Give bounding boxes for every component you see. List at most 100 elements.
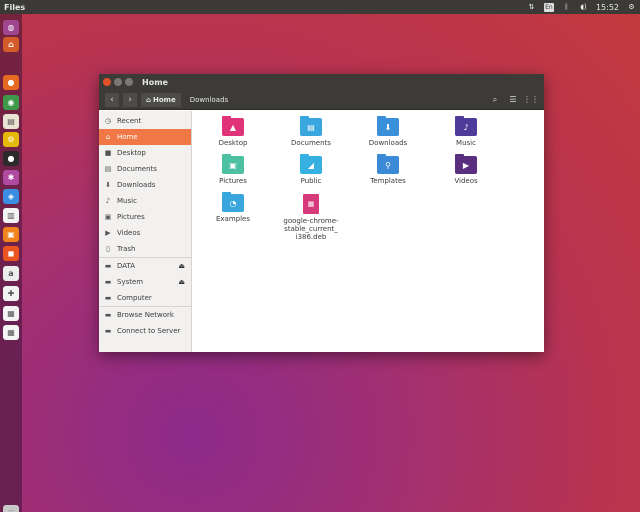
- downloads-icon: ⬇: [105, 181, 111, 189]
- folder-item[interactable]: ▶ Videos: [433, 154, 499, 185]
- document-2-icon[interactable]: ▦: [3, 325, 19, 340]
- breadcrumb-label: Home: [153, 95, 176, 104]
- minimize-button[interactable]: [114, 78, 122, 86]
- file-name: Pictures: [219, 177, 247, 185]
- eject-icon[interactable]: ⏏: [178, 262, 185, 270]
- clock-icon: ◷: [104, 117, 112, 125]
- sidebar-item-label: Browse Network: [117, 311, 174, 319]
- sidebar-item-label: Desktop: [117, 149, 146, 157]
- sidebar-item-label: Downloads: [117, 181, 156, 189]
- sidebar-item-data[interactable]: ▬ DATA ⏏: [99, 258, 191, 274]
- desktop-icon: ■: [104, 149, 112, 157]
- computer-icon: ▬: [104, 294, 112, 302]
- folder-item[interactable]: ◔ Examples: [200, 192, 266, 223]
- documents-icon: ▤: [104, 165, 112, 173]
- clock[interactable]: 15:52: [596, 3, 619, 12]
- server-icon: ▬: [104, 327, 112, 335]
- home-folder-icon[interactable]: ⌂: [3, 37, 19, 52]
- search-icon[interactable]: ⌕: [488, 93, 502, 107]
- music-folder-icon: ♪: [455, 116, 477, 136]
- power-icon[interactable]: ⚙: [627, 3, 636, 12]
- firefox-icon[interactable]: ●: [3, 75, 19, 90]
- forward-button[interactable]: ›: [123, 92, 137, 107]
- eject-icon[interactable]: ⏏: [178, 278, 185, 286]
- app-store-icon[interactable]: ◼: [3, 246, 19, 261]
- sidebar-item-label: Computer: [117, 294, 152, 302]
- sidebar-item-computer[interactable]: ▬ Computer: [99, 290, 191, 306]
- trash-icon[interactable]: ◌: [3, 505, 19, 512]
- close-button[interactable]: [103, 78, 111, 86]
- files-window: Home ‹ › ⌂ Home Downloads ⌕ ☰ ⋮⋮ ◷ Recent…: [99, 74, 544, 352]
- folder-item[interactable]: ▣ Pictures: [200, 154, 266, 185]
- system-settings-icon[interactable]: ✱: [3, 170, 19, 185]
- file-name: Public: [300, 177, 322, 185]
- sidebar-item-videos[interactable]: ▶ Videos: [99, 225, 191, 241]
- back-button[interactable]: ‹: [105, 92, 119, 107]
- videos-folder-icon: ▶: [455, 154, 477, 174]
- home-icon: ⌂: [105, 133, 111, 141]
- window-titlebar[interactable]: Home: [99, 74, 544, 90]
- templates-folder-icon: ⚲: [377, 154, 399, 174]
- files-icon[interactable]: ▤: [3, 114, 19, 129]
- folder-item[interactable]: ⬇ Downloads: [355, 116, 421, 147]
- trash-icon: ▯: [106, 245, 110, 253]
- sidebar-item-music[interactable]: ♪ Music: [99, 193, 191, 209]
- sidebar-item-label: Recent: [117, 117, 142, 125]
- sidebar: ◷ Recent ⌂ Home ■ Desktop ▤ Documents ⬇ Downloads…: [99, 111, 192, 352]
- sidebar-item-desktop[interactable]: ■ Desktop: [99, 145, 191, 161]
- examples-folder-icon: ◔: [222, 192, 244, 212]
- pictures-folder-icon: ▣: [222, 154, 244, 174]
- network-icon[interactable]: ⇅: [527, 3, 536, 12]
- sidebar-item-home[interactable]: ⌂ Home: [99, 129, 191, 145]
- sidebar-item-downloads[interactable]: ⬇ Downloads: [99, 177, 191, 193]
- folder-item[interactable]: ▤ Documents: [278, 116, 344, 147]
- sidebar-item-label: Documents: [117, 165, 157, 173]
- sidebar-item-pictures[interactable]: ▣ Pictures: [99, 209, 191, 225]
- folder-item[interactable]: ▲ Desktop: [200, 116, 266, 147]
- file-name: Documents: [291, 139, 331, 147]
- folder-item[interactable]: ♪ Music: [433, 116, 499, 147]
- file-name: google-chrome-stable_current_ i386.deb: [283, 217, 339, 241]
- sidebar-item-documents[interactable]: ▤ Documents: [99, 161, 191, 177]
- amazon-icon[interactable]: a: [3, 266, 19, 281]
- file-item[interactable]: ▦ google-chrome-stable_current_ i386.deb: [278, 194, 344, 241]
- sidebar-item-trash[interactable]: ▯ Trash: [99, 241, 191, 257]
- pictures-icon: ▣: [104, 213, 112, 221]
- launcher: ◍ ⌂ ● ◉ ▤ ⚙ ● ✱ ◈ ▥ ▣ ◼ a ✚ ▦ ▦ ◌: [0, 14, 22, 512]
- sidebar-item-system[interactable]: ▬ System ⏏: [99, 274, 191, 290]
- chrome-icon[interactable]: ◉: [3, 95, 19, 110]
- apps-icon[interactable]: ✚: [3, 286, 19, 301]
- sidebar-item-connect-to-server[interactable]: ▬ Connect to Server: [99, 323, 191, 339]
- folder-item[interactable]: ◢ Public: [278, 154, 344, 185]
- list-view-icon[interactable]: ☰: [506, 93, 520, 107]
- bluetooth-icon[interactable]: ᛒ: [562, 3, 571, 12]
- terminal-icon[interactable]: ●: [3, 151, 19, 166]
- grid-view-icon[interactable]: ⋮⋮: [523, 93, 539, 107]
- sidebar-item-label: Videos: [117, 229, 141, 237]
- sidebar-item-browse-network[interactable]: ▬ Browse Network: [99, 307, 191, 323]
- deb-package-icon: ▦: [303, 194, 319, 214]
- software-center-icon[interactable]: ▣: [3, 227, 19, 242]
- breadcrumb-downloads[interactable]: Downloads: [185, 93, 233, 107]
- system-tray: ⇅ En ᛒ ◖) 15:52 ⚙: [527, 2, 636, 12]
- settings-icon[interactable]: ⚙: [3, 132, 19, 147]
- drive-icon: ▬: [104, 262, 112, 270]
- breadcrumb-label: Downloads: [189, 95, 229, 104]
- videos-icon: ▶: [105, 229, 111, 237]
- dash-icon[interactable]: ◍: [3, 20, 19, 35]
- keyboard-layout-badge[interactable]: En: [543, 2, 554, 12]
- documents-folder-icon: ▤: [300, 116, 322, 136]
- sidebar-item-label: System: [117, 278, 144, 286]
- maximize-button[interactable]: [125, 78, 133, 86]
- breadcrumb-home[interactable]: ⌂ Home: [141, 92, 181, 107]
- sidebar-item-label: Music: [117, 197, 137, 205]
- writer-icon[interactable]: ▥: [3, 208, 19, 223]
- folder-item[interactable]: ⚲ Templates: [355, 154, 421, 185]
- volume-icon[interactable]: ◖): [579, 3, 588, 12]
- sidebar-item-recent[interactable]: ◷ Recent: [99, 113, 191, 129]
- music-icon: ♪: [105, 197, 111, 205]
- document-icon[interactable]: ▦: [3, 306, 19, 321]
- browser-icon[interactable]: ◈: [3, 189, 19, 204]
- drive-icon: ▬: [104, 278, 112, 286]
- active-app-title: Files: [4, 2, 26, 12]
